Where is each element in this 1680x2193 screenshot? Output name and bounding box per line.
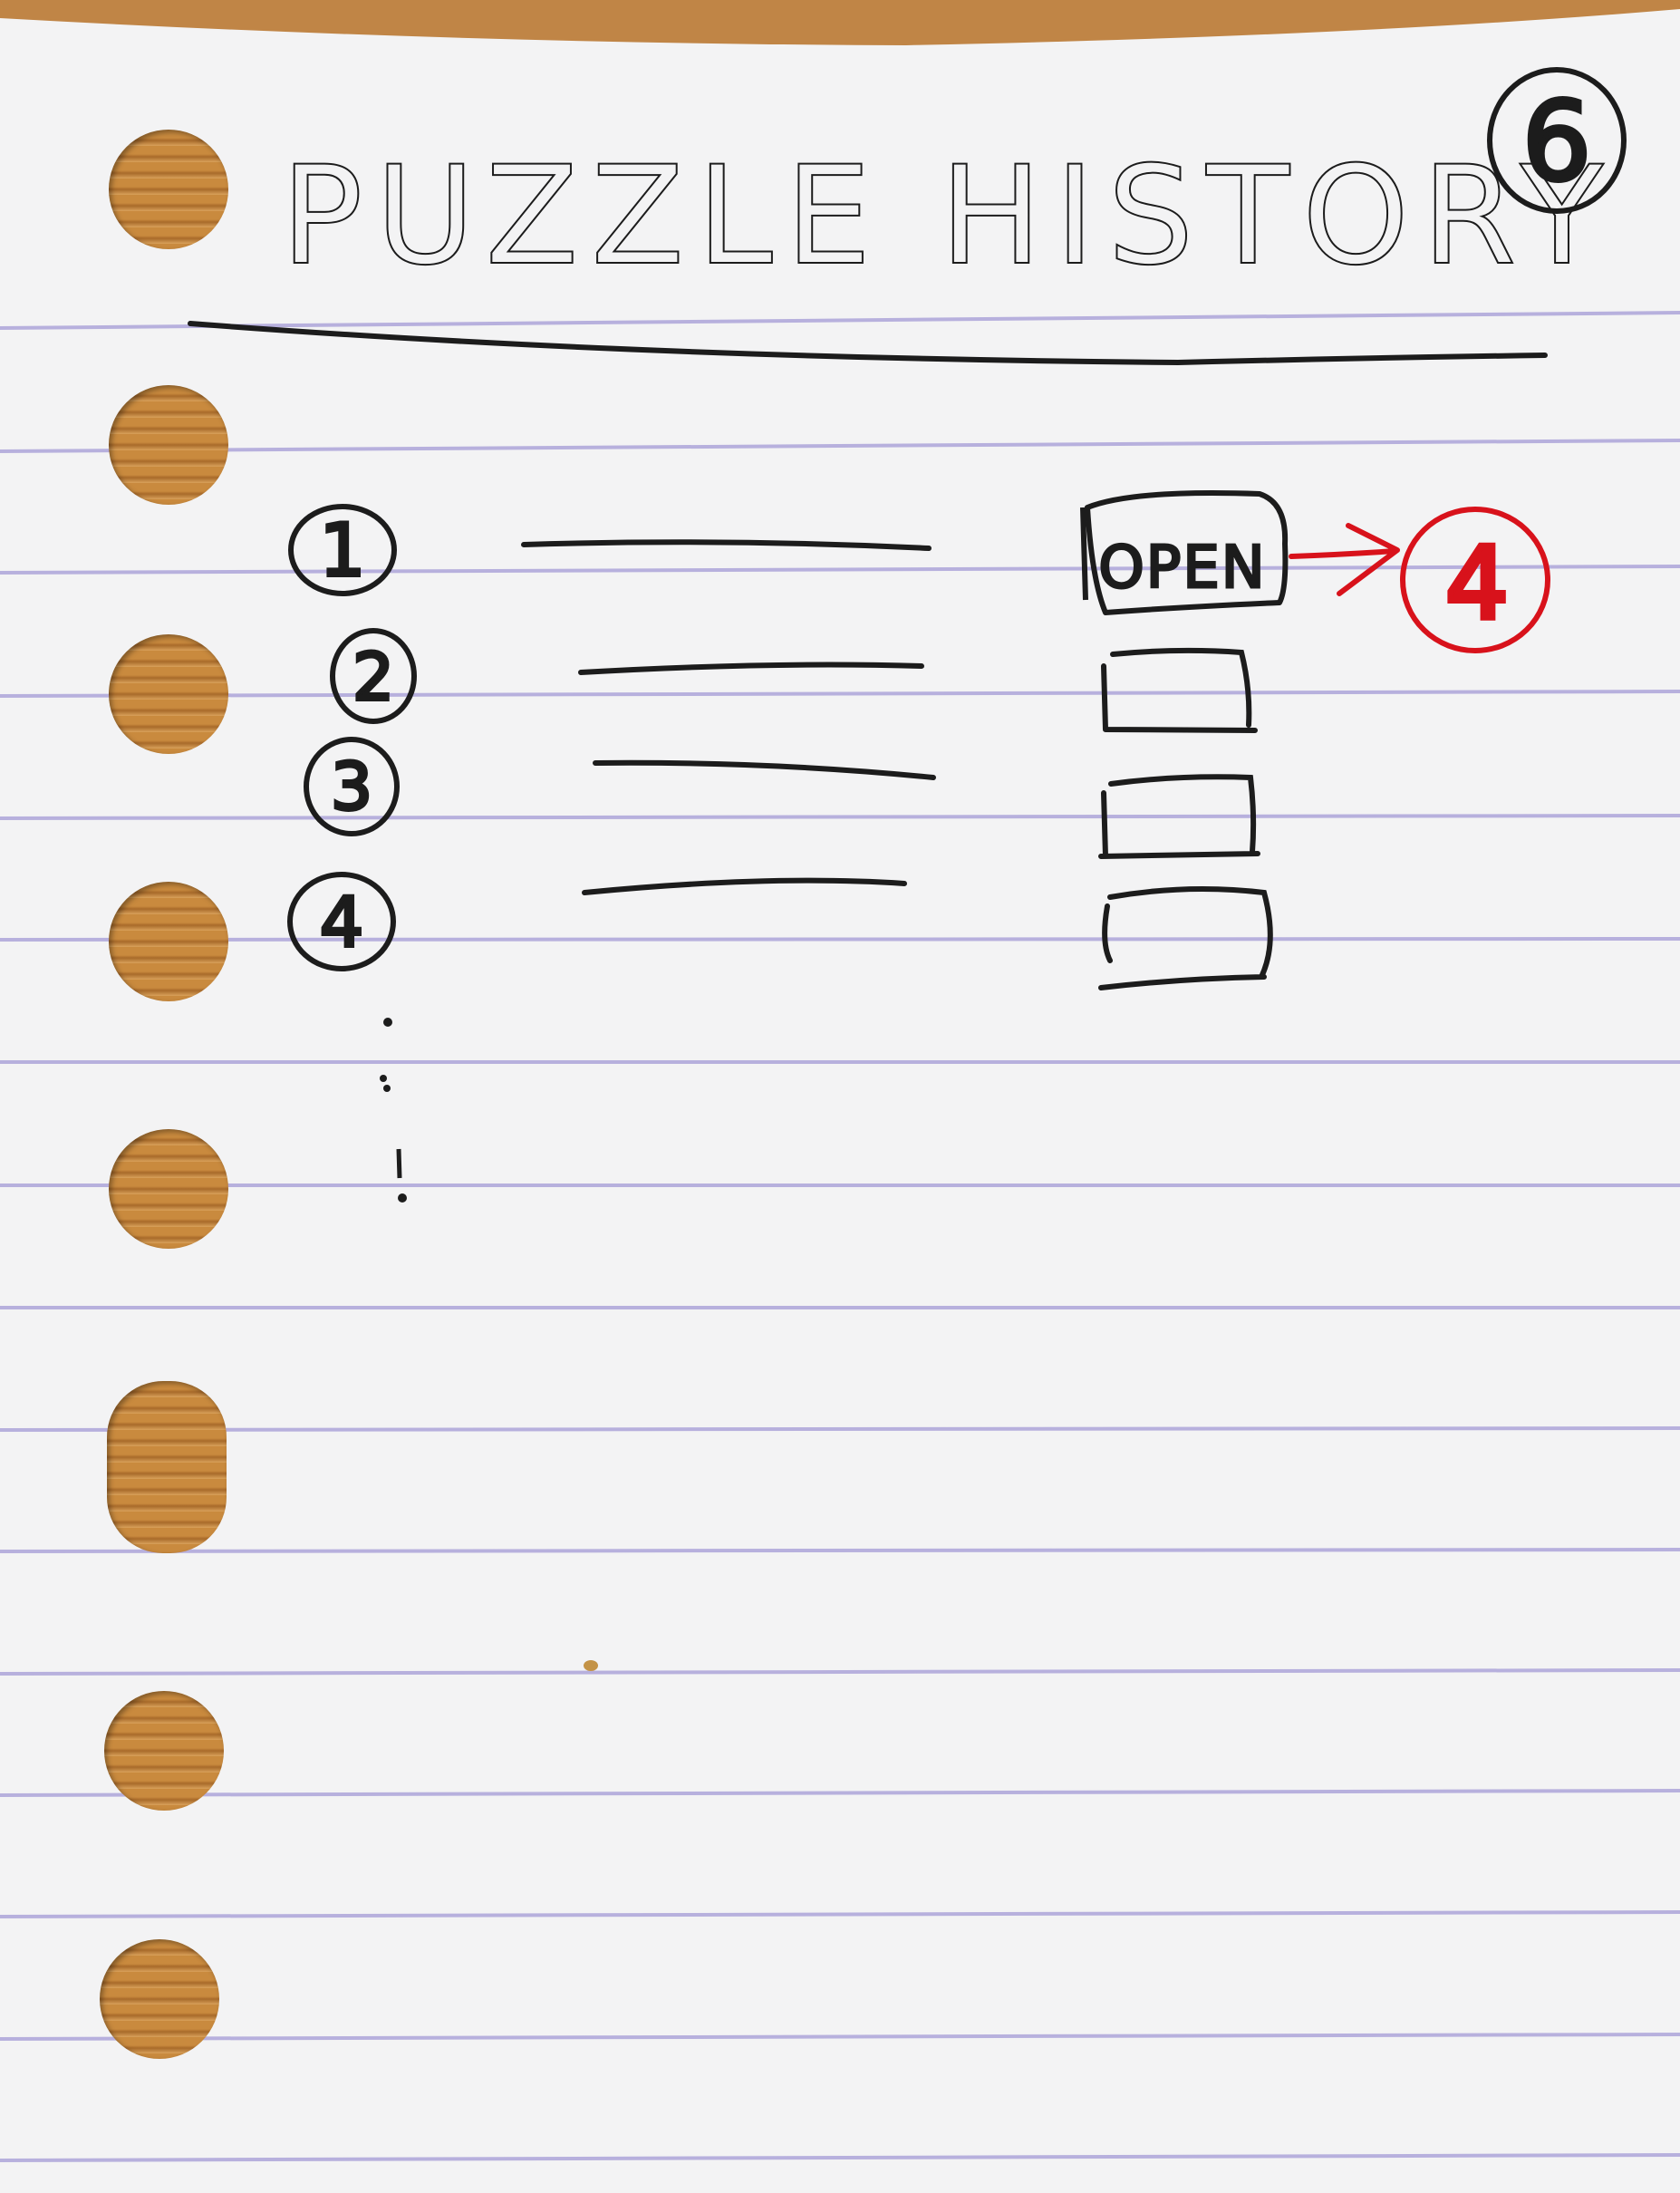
action-button-sketch (1101, 647, 1258, 733)
page-number: 6 (1522, 80, 1591, 206)
open-button: OPEN (1080, 490, 1289, 615)
list-item: 2 (330, 628, 1258, 733)
navigation-callout: 4 (1289, 507, 1550, 653)
list-item: 1 OPEN (288, 490, 1289, 615)
arrow-head (1337, 523, 1400, 596)
arrow-line (1289, 548, 1398, 559)
list-item: 4 (287, 872, 1273, 990)
continuation-dots (380, 1018, 407, 1203)
item-text-placeholder (578, 662, 924, 675)
item-number: 2 (352, 639, 394, 715)
list-item: 3 (304, 737, 1260, 859)
item-text-placeholder (593, 759, 936, 780)
item-text-placeholder (521, 539, 932, 551)
item-number: 4 (320, 882, 363, 962)
item-number: 1 (320, 508, 366, 593)
page-title: PUZZLE HISTORY (281, 138, 1616, 295)
notebook-sketch: PUZZLE HISTORY 6 1 OPEN 4 2 3 4 (0, 0, 1680, 2193)
item-text-placeholder (582, 877, 907, 895)
title-underline (188, 321, 1548, 366)
callout-target: 4 (1445, 526, 1509, 642)
notebook-paper: PUZZLE HISTORY 6 1 OPEN 4 2 3 4 (0, 0, 1680, 2193)
wireframe-sketch: PUZZLE HISTORY 6 1 OPEN 4 2 3 4 (188, 67, 1627, 1671)
item-number: 3 (331, 749, 372, 825)
open-button-label: OPEN (1098, 535, 1266, 602)
action-button-sketch (1098, 774, 1260, 859)
action-button-sketch (1098, 886, 1273, 990)
paper-speck (584, 1660, 598, 1671)
